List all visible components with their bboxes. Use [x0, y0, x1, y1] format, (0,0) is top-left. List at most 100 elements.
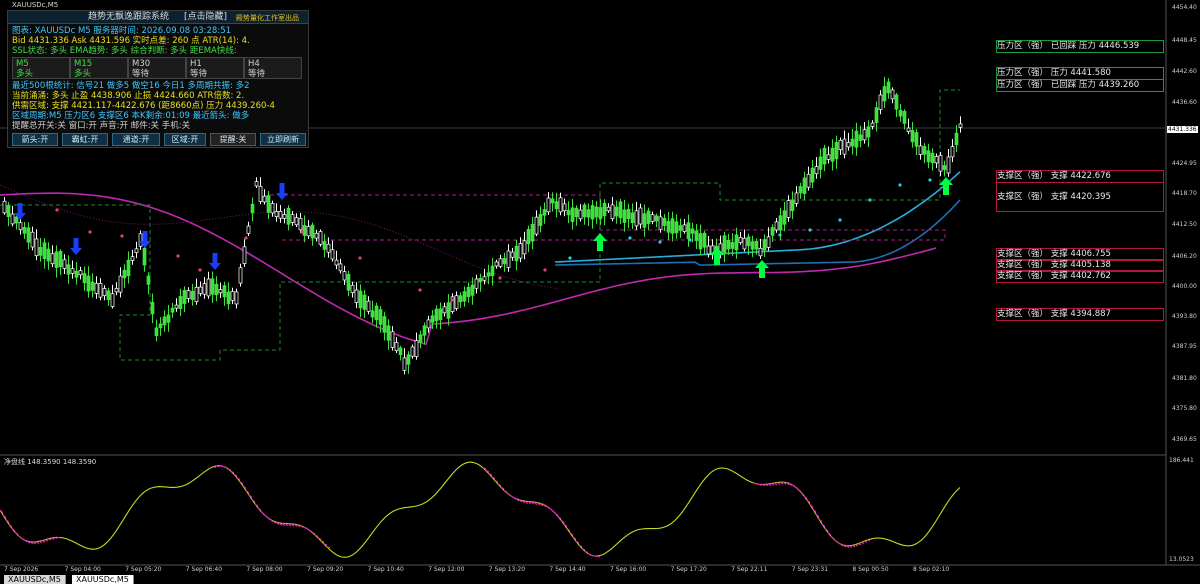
candle-body — [914, 132, 919, 147]
timeframe-cell-m30[interactable]: M30 等待 — [128, 57, 186, 79]
support-zone-label[interactable]: 支撑区（强） 支撑 4394.887 — [996, 308, 1164, 321]
candle-body — [270, 203, 275, 214]
candle-body — [14, 216, 19, 224]
candle-body — [586, 209, 591, 218]
candle-body — [618, 201, 623, 219]
price-tick-label: 4375.80 — [1172, 405, 1197, 412]
candle-body — [878, 94, 883, 110]
candle-body — [638, 207, 643, 225]
zone-toggle-button[interactable]: 区域:开 — [164, 133, 206, 146]
candle-body — [342, 271, 347, 281]
time-tick-label: 7 Sep 08:00 — [246, 566, 283, 573]
timeframe-state: 等待 — [132, 69, 150, 79]
candle-body — [442, 306, 447, 314]
candle-body — [66, 264, 71, 275]
candle-body — [506, 250, 511, 268]
refresh-button[interactable]: 立即刷新 — [260, 133, 306, 146]
signal-dot — [658, 240, 662, 244]
timeframe-state: 等待 — [248, 69, 266, 79]
candle-body — [538, 213, 543, 226]
candle-body — [90, 281, 95, 291]
candle-body — [358, 290, 363, 309]
channel-toggle-button[interactable]: 通道:开 — [112, 133, 160, 146]
candle-body — [758, 247, 763, 257]
candle-body — [46, 248, 51, 262]
candle-body — [562, 203, 567, 212]
resistance-zone-label[interactable]: 压力区（强） 已回踩 压力 4446.539 — [996, 40, 1164, 53]
timeframe-cell-m5[interactable]: M5 多头 — [12, 57, 70, 79]
candle-body — [146, 275, 151, 285]
candle-body — [58, 250, 63, 268]
support-zone-label[interactable]: 支撑区（强） 支撑 4402.762 — [996, 270, 1164, 283]
candle-body — [642, 213, 647, 228]
candle-body — [518, 243, 523, 259]
candle-body — [662, 217, 667, 226]
resistance-trail-line — [270, 194, 946, 241]
info-line: SSL状态: 多头 EMA趋势: 多头 综合判断: 多头 距EMA快线: — [12, 46, 237, 56]
candle-body — [166, 314, 171, 323]
price-tick-label: 4442.60 — [1172, 68, 1197, 75]
time-tick-label: 7 Sep 09:20 — [307, 566, 344, 573]
candle-body — [178, 296, 183, 309]
sell-arrow-icon — [276, 183, 288, 200]
candle-body — [702, 232, 707, 248]
hide-toggle[interactable]: [点击隐藏] — [184, 12, 227, 22]
candle-body — [70, 268, 75, 274]
time-tick-label: 7 Sep 2026 — [4, 566, 39, 573]
signal-dot — [898, 183, 902, 187]
timeframe-cell-h1[interactable]: H1 等待 — [186, 57, 244, 79]
signal-dot — [688, 238, 692, 242]
stats-line: 供需区域: 支撑 4421.117-4422.676 (距8660点) 压力 4… — [12, 101, 275, 111]
window-title: XAUUSDc,M5 — [12, 1, 59, 9]
signal-dot — [358, 256, 362, 260]
signal-dot — [88, 230, 92, 234]
candle-body — [106, 290, 111, 301]
price-tick-label: 4412.50 — [1172, 221, 1197, 228]
time-tick-label: 7 Sep 04:00 — [64, 566, 101, 573]
candle-body — [606, 206, 611, 212]
candle-body — [370, 310, 375, 318]
chart-tab[interactable]: XAUUSDc,M5 — [4, 575, 66, 584]
candle-body — [334, 259, 339, 266]
price-tick-label: 4400.00 — [1172, 283, 1197, 290]
candle-body — [346, 274, 351, 291]
candle-body — [698, 233, 703, 250]
candle-body — [406, 354, 411, 365]
candle-body — [22, 227, 27, 234]
candle-body — [462, 291, 467, 302]
candle-body — [298, 217, 303, 231]
candle-body — [378, 309, 383, 325]
sell-arrow-icon — [70, 238, 82, 255]
resistance-zone-label[interactable]: 压力区（强） 已回踩 压力 4439.260 — [996, 79, 1164, 92]
arrow-toggle-button[interactable]: 箭头:开 — [12, 133, 58, 146]
candle-body — [138, 233, 143, 247]
candle-body — [630, 212, 635, 224]
candle-body — [950, 146, 955, 158]
candle-body — [222, 285, 227, 298]
neon-toggle-button[interactable]: 霸虹:开 — [62, 133, 108, 146]
candle-body — [94, 282, 99, 294]
candle-body — [842, 138, 847, 155]
candle-body — [482, 276, 487, 281]
info-panel: 趋势无飘逸跟踪系统 [点击隐藏] 殿势量化工作室出品 图表: XAUUSDc M… — [7, 10, 309, 148]
timeframe-state: 多头 — [16, 69, 34, 79]
candle-body — [634, 210, 639, 227]
candle-body — [610, 204, 615, 220]
candle-body — [566, 209, 571, 216]
candle-body — [790, 199, 795, 212]
candle-body — [918, 145, 923, 155]
chart-tab-active[interactable]: XAUUSDc,M5 — [72, 575, 134, 584]
buy-arrow-icon — [593, 233, 607, 251]
candle-body — [590, 205, 595, 220]
candle-body — [778, 215, 783, 231]
candle-body — [902, 110, 907, 124]
timeframe-cell-m15[interactable]: M15 多头 — [70, 57, 128, 79]
support-zone-label[interactable]: 支撑区（强） 支撑 4420.395 — [996, 182, 1164, 212]
candle-body — [98, 283, 103, 298]
candle-body — [26, 227, 31, 243]
candle-body — [78, 270, 83, 276]
timeframe-cell-h4[interactable]: H4 等待 — [244, 57, 302, 79]
signal-dot — [120, 234, 124, 238]
candle-body — [886, 81, 891, 94]
alert-toggle-button[interactable]: 提醒:关 — [210, 133, 256, 146]
